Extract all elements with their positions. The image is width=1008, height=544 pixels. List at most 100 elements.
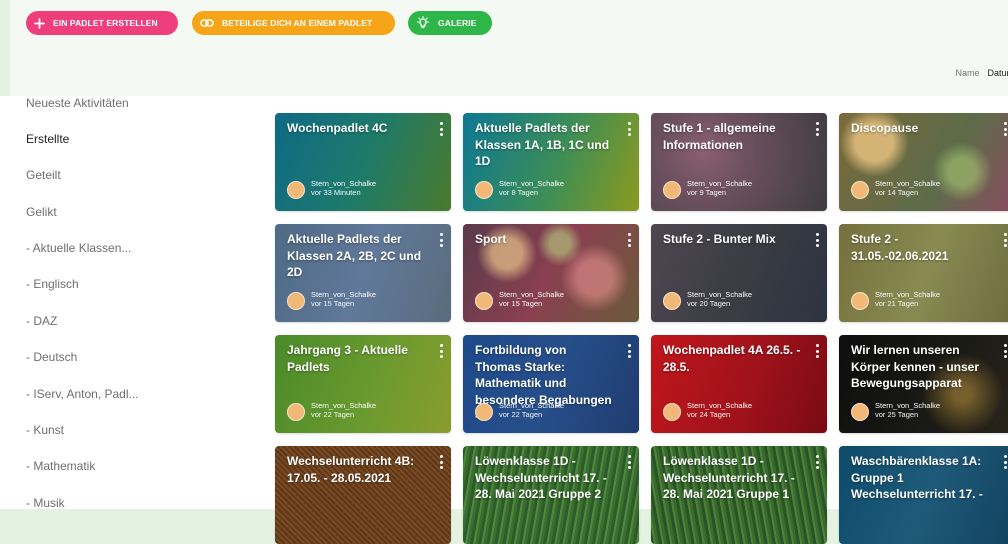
padlet-title: Stufe 2 - Bunter Mix [663,232,776,246]
more-options-icon[interactable] [624,121,634,137]
sidebar-item[interactable]: - Musik [26,496,65,510]
padlet-author: Stern_von_Schalke [311,401,377,410]
padlet-time: vor 33 Minuten [311,188,361,197]
main-area: Neueste Aktivitäten Erstellte Geteilt Gelik… [0,96,1008,544]
padlet-title: Sport [475,232,507,246]
padlet-card[interactable]: Waschbärenklasse 1A: Gruppe 1 Wechselunt… [839,446,1008,544]
padlet-card[interactable]: Aktuelle Padlets der Klassen 1A, 1B, 1C … [463,113,639,211]
more-options-icon[interactable] [812,232,822,248]
padlet-card[interactable]: Aktuelle Padlets der Klassen 2A, 2B, 2C … [275,224,451,322]
padlet-author: Stern_von_Schalke [499,179,565,188]
padlet-card[interactable]: Stufe 1 - allgemeine Informationen Stern_… [651,113,827,211]
more-options-icon[interactable] [812,343,822,359]
padlet-author: Stern_von_Schalke [311,290,377,299]
padlet-card[interactable]: Discopause Stern_von_Schalke vor 14 Tagen [839,113,1008,211]
padlet-card[interactable]: Löwenklasse 1D - Wechselunterricht 17. -… [651,446,827,544]
sidebar-item[interactable]: - Kunst [26,423,64,437]
padlet-time: vor 22 Tagen [499,410,543,419]
padlet-title: Löwenklasse 1D - Wechselunterricht 17. -… [663,454,795,501]
padlet-title: Stufe 2 - 31.05.-02.06.2021 [851,232,949,263]
more-options-icon[interactable] [436,121,446,137]
more-options-icon[interactable] [624,454,634,470]
create-padlet-button[interactable]: EIN PADLET ERSTELLEN [26,11,178,35]
more-options-icon[interactable] [1000,343,1008,359]
gallery-label: GALERIE [438,18,477,28]
avatar [287,292,305,310]
padlet-title: Aktuelle Padlets der Klassen 2A, 2B, 2C … [287,232,422,279]
padlet-card[interactable]: Wochenpadlet 4A 26.5. - 28.5. Stern_von_S… [651,335,827,433]
avatar [287,403,305,421]
padlet-title: Wochenpadlet 4C [287,121,388,135]
sidebar-item[interactable]: - Aktuelle Klassen... [26,241,131,255]
sidebar-item[interactable]: - Mathematik [26,459,95,473]
sidebar-item[interactable]: Neueste Aktivitäten [26,96,129,110]
more-options-icon[interactable] [624,343,634,359]
padlet-title: Wir lernen unseren Körper kennen - unser… [851,343,980,390]
padlet-author: Stern_von_Schalke [687,290,753,299]
join-padlet-button[interactable]: BETEILIGE DICH AN EINEM PADLET [192,11,395,35]
padlet-author: Stern_von_Schalke [687,401,753,410]
padlet-card[interactable]: Stufe 2 - Bunter Mix Stern_von_Schalke vor… [651,224,827,322]
sort-by-name[interactable]: Name [955,68,979,78]
padlet-title: Stufe 1 - allgemeine Informationen [663,121,776,152]
avatar [851,181,869,199]
padlet-card[interactable]: Wir lernen unseren Körper kennen - unser… [839,335,1008,433]
padlet-card[interactable]: Fortbildung von Thomas Starke: Mathemati… [463,335,639,433]
more-options-icon[interactable] [1000,232,1008,248]
padlet-author: Stern_von_Schalke [311,179,377,188]
more-options-icon[interactable] [1000,121,1008,137]
create-padlet-label: EIN PADLET ERSTELLEN [53,18,158,28]
more-options-icon[interactable] [624,232,634,248]
padlet-title: Discopause [851,121,919,135]
padlet-title: Aktuelle Padlets der Klassen 1A, 1B, 1C … [475,121,610,168]
avatar [851,292,869,310]
sidebar-item[interactable]: - DAZ [26,314,57,328]
padlet-time: vor 14 Tagen [875,188,919,197]
padlet-card[interactable]: Wochenpadlet 4C Stern_von_Schalke vor 33 M… [275,113,451,211]
padlet-time: vor 15 Tagen [311,299,355,308]
more-options-icon[interactable] [1000,454,1008,470]
sidebar-item[interactable]: - Englisch [26,277,79,291]
padlet-time: vor 24 Tagen [687,410,731,419]
sidebar-item[interactable]: Erstellte [26,132,69,146]
more-options-icon[interactable] [436,343,446,359]
padlet-author: Stern_von_Schalke [499,290,565,299]
avatar [851,403,869,421]
link-icon [200,18,214,28]
padlet-card[interactable]: Löwenklasse 1D - Wechselunterricht 17. -… [463,446,639,544]
more-options-icon[interactable] [436,454,446,470]
padlet-card[interactable]: Jahrgang 3 - Aktuelle Padlets Stern_von_S… [275,335,451,433]
padlet-author: Stern_von_Schalke [875,401,941,410]
padlet-title: Wechselunterricht 4B: 17.05. - 28.05.202… [287,454,415,485]
padlet-time: vor 25 Tagen [875,410,919,419]
padlet-author: Stern_von_Schalke [875,179,941,188]
padlet-title: Fortbildung von Thomas Starke: Mathemati… [475,343,612,423]
sidebar-item[interactable]: - Deutsch [26,350,77,364]
sidebar-item[interactable]: - IServ, Anton, Padl... [26,387,139,401]
padlet-title: Löwenklasse 1D - Wechselunterricht 17. -… [475,454,607,501]
join-padlet-label: BETEILIGE DICH AN EINEM PADLET [222,18,373,28]
avatar [663,181,681,199]
sort-options: Name Datum [955,68,1008,78]
padlet-title: Jahrgang 3 - Aktuelle Padlets [287,343,408,374]
more-options-icon[interactable] [812,121,822,137]
more-options-icon[interactable] [812,454,822,470]
padlet-card[interactable]: Sport Stern_von_Schalke vor 15 Tagen [463,224,639,322]
padlet-author: Stern_von_Schalke [875,290,941,299]
avatar [287,181,305,199]
sidebar-item[interactable]: Gelikt [26,205,57,219]
padlet-time: vor 15 Tagen [499,299,543,308]
top-bar: EIN PADLET ERSTELLEN BETEILIGE DICH AN E… [10,0,1008,96]
gallery-button[interactable]: GALERIE [408,11,492,35]
more-options-icon[interactable] [436,232,446,248]
padlet-card[interactable]: Stufe 2 - 31.05.-02.06.2021 Stern_von_Sch… [839,224,1008,322]
padlet-title: Waschbärenklasse 1A: Gruppe 1 Wechselunt… [851,454,983,501]
padlet-author: Stern_von_Schalke [687,179,753,188]
padlet-time: vor 9 Tagen [687,188,727,197]
padlet-card[interactable]: Wechselunterricht 4B: 17.05. - 28.05.202… [275,446,451,544]
sort-by-date[interactable]: Datum [987,68,1008,78]
avatar [475,292,493,310]
sidebar-item[interactable]: Geteilt [26,168,61,182]
padlet-time: vor 20 Tagen [687,299,731,308]
padlet-time: vor 21 Tagen [875,299,919,308]
